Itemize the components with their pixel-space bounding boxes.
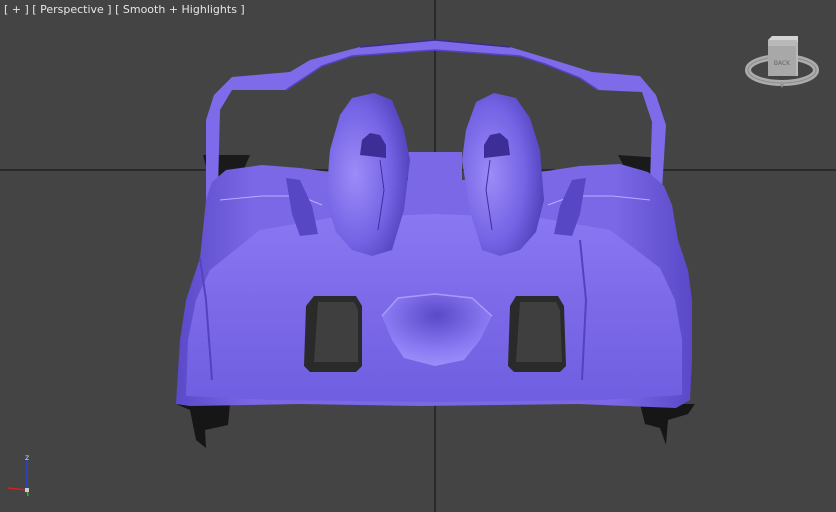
axis-gizmo: z — [7, 450, 48, 500]
front-splitter-left — [176, 404, 230, 448]
left-front-intake-inner — [314, 302, 358, 362]
viewcube-face-label: BACK — [774, 60, 791, 67]
perspective-viewport[interactable]: [ + ] [ Perspective ] [ Smooth + Highlig… — [0, 0, 836, 512]
x-axis-line — [7, 487, 28, 491]
left-cockpit-pod — [326, 93, 410, 256]
scene-canvas[interactable] — [0, 0, 836, 512]
viewcube-icon[interactable]: BACK — [744, 32, 824, 92]
viewport-label: [ + ] [ Perspective ] [ Smooth + Highlig… — [4, 3, 245, 16]
right-front-intake-inner — [516, 302, 562, 362]
viewcube[interactable]: BACK — [744, 32, 824, 92]
view-type-button[interactable]: [ Perspective ] — [32, 3, 111, 16]
viewport-menu-button[interactable]: [ + ] — [4, 3, 29, 16]
front-splitter-right — [640, 404, 695, 445]
shading-mode-button[interactable]: [ Smooth + Highlights ] — [115, 3, 245, 16]
z-axis-label: z — [25, 453, 29, 462]
